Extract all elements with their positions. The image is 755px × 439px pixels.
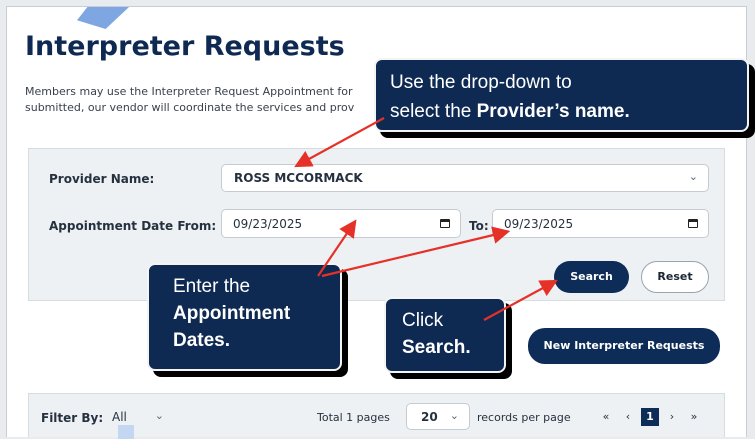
search-callout-line-2: Search. (402, 337, 471, 358)
date-to-label: To: (469, 219, 489, 233)
pointer-arrow-decoration (77, 7, 129, 29)
total-pages-text: Total 1 pages (317, 411, 390, 424)
chevron-down-icon: ⌄ (449, 409, 459, 422)
date-to-value: 09/23/2025 (504, 217, 574, 231)
provider-name-label: Provider Name: (49, 172, 155, 186)
provider-callout: Use the drop-down to select the Provider… (374, 58, 749, 132)
next-page-button[interactable]: › (663, 408, 681, 426)
dates-callout-line-1: Enter the (173, 276, 251, 297)
last-page-button[interactable]: » (685, 408, 703, 426)
filter-by-label: Filter By: (41, 411, 104, 425)
provider-callout-bold: Provider’s name. (476, 101, 630, 122)
dates-callout-line-2: Appointment (173, 303, 291, 324)
new-interpreter-requests-button[interactable]: New Interpreter Requests (528, 328, 720, 364)
records-per-page-text: records per page (477, 411, 571, 424)
calendar-icon[interactable] (688, 219, 698, 228)
search-callout: Click Search. (384, 297, 506, 373)
chevron-down-icon: ⌄ (688, 170, 698, 183)
chevron-down-icon: ⌄ (154, 409, 164, 422)
search-callout-line-1: Click (402, 310, 444, 331)
search-form-panel: Provider Name: ROSS MCCORMACK ⌄ Appointm… (28, 148, 725, 301)
page-size-select[interactable]: 20 ⌄ (406, 403, 470, 430)
page-title: Interpreter Requests (25, 31, 345, 62)
provider-name-select[interactable]: ROSS MCCORMACK ⌄ (221, 164, 709, 192)
appointment-date-from-label: Appointment Date From: (49, 219, 217, 233)
search-button[interactable]: Search (554, 261, 629, 293)
provider-name-value: ROSS MCCORMACK (234, 171, 363, 185)
filter-by-value: All (112, 410, 127, 424)
provider-callout-line-1: Use the drop-down to (390, 72, 572, 93)
calendar-icon[interactable] (440, 219, 450, 228)
page-1-button[interactable]: 1 (641, 408, 659, 426)
previous-page-button[interactable]: ‹ (619, 408, 637, 426)
dates-callout: Enter the Appointment Dates. (147, 263, 342, 371)
filter-by-select[interactable]: All ⌄ (105, 403, 175, 430)
appointment-date-to-input[interactable]: 09/23/2025 (492, 209, 709, 238)
reset-button[interactable]: Reset (641, 261, 709, 293)
provider-callout-plain: select the (390, 101, 477, 122)
page-size-value: 20 (421, 410, 438, 424)
date-from-value: 09/23/2025 (233, 217, 303, 231)
first-page-button[interactable]: « (597, 408, 615, 426)
provider-callout-line-2: select the Provider’s name. (390, 97, 747, 126)
dates-callout-line-3: Dates. (173, 330, 231, 351)
appointment-date-from-input[interactable]: 09/23/2025 (221, 209, 461, 238)
